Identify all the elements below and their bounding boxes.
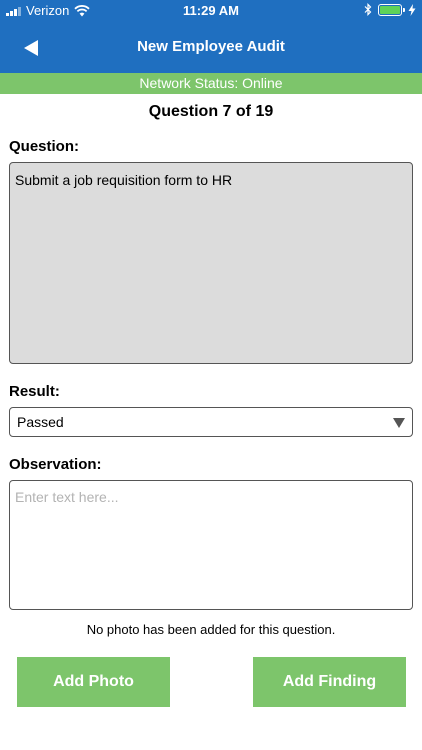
clock: 11:29 AM <box>183 3 239 18</box>
status-right <box>364 3 416 16</box>
photo-status-note: No photo has been added for this questio… <box>86 622 336 637</box>
add-photo-button[interactable]: Add Photo <box>17 657 170 707</box>
network-status-banner: Network Status: Online <box>0 73 422 94</box>
question-text-box: Submit a job requisition form to HR <box>9 162 413 364</box>
question-text: Submit a job requisition form to HR <box>15 172 233 188</box>
question-label: Question: <box>9 138 79 155</box>
battery-icon <box>378 3 405 16</box>
status-bar: Verizon 11:29 AM <box>0 0 422 22</box>
observation-label: Observation: <box>9 456 102 473</box>
dropdown-arrow-icon <box>393 418 405 428</box>
result-dropdown[interactable]: Passed <box>9 407 413 437</box>
charging-bolt-icon <box>408 3 416 16</box>
add-finding-button[interactable]: Add Finding <box>253 657 406 707</box>
bluetooth-icon <box>364 3 372 16</box>
page-title: New Employee Audit <box>137 38 285 55</box>
observation-input[interactable] <box>9 480 413 610</box>
nav-bar: New Employee Audit <box>0 22 422 73</box>
result-label: Result: <box>9 383 60 400</box>
battery-level <box>380 5 400 14</box>
result-selected-value: Passed <box>17 414 64 430</box>
question-counter: Question 7 of 19 <box>148 103 274 120</box>
